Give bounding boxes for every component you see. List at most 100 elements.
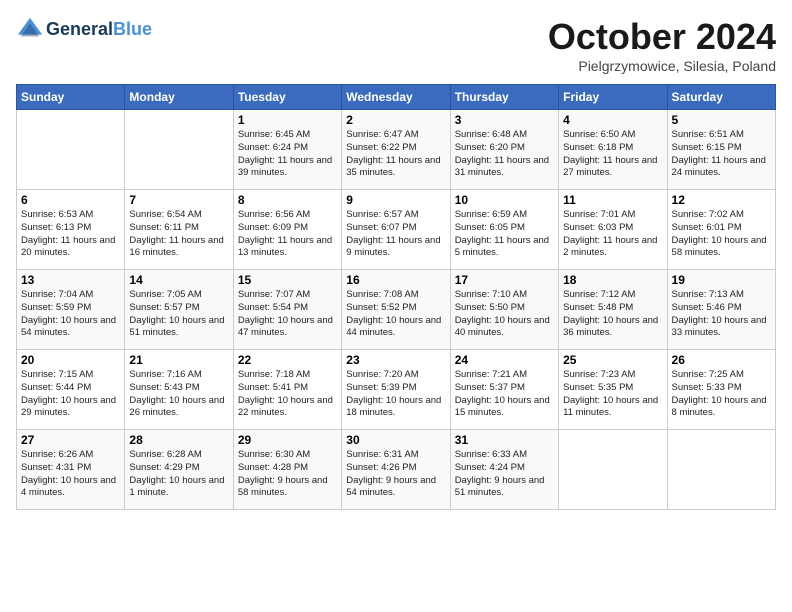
day-info-line: Daylight: 10 hours and 22 minutes. bbox=[238, 395, 333, 419]
calendar-cell: 31Sunrise: 6:33 AMSunset: 4:24 PMDayligh… bbox=[450, 430, 558, 510]
logo-icon bbox=[16, 16, 44, 44]
day-info-line: Sunset: 5:59 PM bbox=[21, 302, 91, 313]
day-info-line: Sunset: 5:37 PM bbox=[455, 382, 525, 393]
calendar-cell: 15Sunrise: 7:07 AMSunset: 5:54 PMDayligh… bbox=[233, 270, 341, 350]
calendar-cell: 28Sunrise: 6:28 AMSunset: 4:29 PMDayligh… bbox=[125, 430, 233, 510]
day-content: Sunrise: 7:01 AMSunset: 6:03 PMDaylight:… bbox=[563, 209, 662, 260]
day-info-line: Daylight: 11 hours and 5 minutes. bbox=[455, 235, 549, 259]
day-content: Sunrise: 6:57 AMSunset: 6:07 PMDaylight:… bbox=[346, 209, 445, 260]
day-info-line: Sunrise: 7:15 AM bbox=[21, 369, 93, 380]
day-info-line: Sunset: 6:11 PM bbox=[129, 222, 199, 233]
day-info-line: Daylight: 10 hours and 1 minute. bbox=[129, 475, 224, 499]
day-content: Sunrise: 7:18 AMSunset: 5:41 PMDaylight:… bbox=[238, 369, 337, 420]
day-info-line: Sunset: 5:35 PM bbox=[563, 382, 633, 393]
day-number: 29 bbox=[238, 433, 337, 447]
day-info-line: Sunrise: 7:10 AM bbox=[455, 289, 527, 300]
day-content: Sunrise: 6:30 AMSunset: 4:28 PMDaylight:… bbox=[238, 449, 337, 500]
day-info-line: Sunset: 6:18 PM bbox=[563, 142, 633, 153]
day-info-line: Sunrise: 7:21 AM bbox=[455, 369, 527, 380]
day-info-line: Sunset: 6:03 PM bbox=[563, 222, 633, 233]
day-content: Sunrise: 6:51 AMSunset: 6:15 PMDaylight:… bbox=[672, 129, 771, 180]
day-info-line: Daylight: 11 hours and 24 minutes. bbox=[672, 155, 766, 179]
weekday-header: Tuesday bbox=[233, 85, 341, 110]
day-number: 3 bbox=[455, 113, 554, 127]
day-info-line: Sunrise: 7:18 AM bbox=[238, 369, 310, 380]
day-number: 21 bbox=[129, 353, 228, 367]
day-info-line: Sunrise: 6:51 AM bbox=[672, 129, 744, 140]
day-number: 19 bbox=[672, 273, 771, 287]
day-number: 1 bbox=[238, 113, 337, 127]
day-info-line: Sunrise: 6:50 AM bbox=[563, 129, 635, 140]
calendar-cell: 25Sunrise: 7:23 AMSunset: 5:35 PMDayligh… bbox=[559, 350, 667, 430]
day-content: Sunrise: 6:45 AMSunset: 6:24 PMDaylight:… bbox=[238, 129, 337, 180]
day-info-line: Daylight: 10 hours and 18 minutes. bbox=[346, 395, 441, 419]
page-header: GeneralBlue October 2024 Pielgrzymowice,… bbox=[16, 16, 776, 74]
day-info-line: Sunrise: 7:04 AM bbox=[21, 289, 93, 300]
day-info-line: Sunset: 5:46 PM bbox=[672, 302, 742, 313]
calendar-cell bbox=[125, 110, 233, 190]
day-info-line: Sunset: 6:01 PM bbox=[672, 222, 742, 233]
day-info-line: Sunrise: 7:05 AM bbox=[129, 289, 201, 300]
day-info-line: Sunset: 5:39 PM bbox=[346, 382, 416, 393]
day-info-line: Sunrise: 7:13 AM bbox=[672, 289, 744, 300]
day-number: 26 bbox=[672, 353, 771, 367]
calendar-week-row: 1 Sunrise: 6:45 AMSunset: 6:24 PMDaylight… bbox=[17, 110, 776, 190]
day-info-line: Sunrise: 7:08 AM bbox=[346, 289, 418, 300]
day-number: 31 bbox=[455, 433, 554, 447]
day-info-line: Daylight: 10 hours and 15 minutes. bbox=[455, 395, 550, 419]
day-number: 27 bbox=[21, 433, 120, 447]
day-info-line: Sunset: 5:44 PM bbox=[21, 382, 91, 393]
day-info-line: Sunrise: 6:56 AM bbox=[238, 209, 310, 220]
day-info-line: Daylight: 9 hours and 54 minutes. bbox=[346, 475, 436, 499]
calendar-cell: 27 Sunrise: 6:26 AMSunset: 4:31 PMDayligh… bbox=[17, 430, 125, 510]
day-info-line: Sunset: 6:09 PM bbox=[238, 222, 308, 233]
day-content: Sunrise: 7:02 AMSunset: 6:01 PMDaylight:… bbox=[672, 209, 771, 260]
day-content: Sunrise: 6:56 AMSunset: 6:09 PMDaylight:… bbox=[238, 209, 337, 260]
calendar-week-row: 13Sunrise: 7:04 AMSunset: 5:59 PMDayligh… bbox=[17, 270, 776, 350]
calendar-cell: 6Sunrise: 6:53 AMSunset: 6:13 PMDaylight… bbox=[17, 190, 125, 270]
day-info-line: Daylight: 10 hours and 44 minutes. bbox=[346, 315, 441, 339]
day-info-line: Sunrise: 6:57 AM bbox=[346, 209, 418, 220]
month-title: October 2024 bbox=[548, 16, 776, 58]
day-info-line: Daylight: 11 hours and 39 minutes. bbox=[238, 155, 332, 179]
calendar-cell: 3Sunrise: 6:48 AMSunset: 6:20 PMDaylight… bbox=[450, 110, 558, 190]
day-info-line: Daylight: 9 hours and 51 minutes. bbox=[455, 475, 545, 499]
weekday-header: Saturday bbox=[667, 85, 775, 110]
weekday-header: Sunday bbox=[17, 85, 125, 110]
day-info-line: Sunrise: 6:33 AM bbox=[455, 449, 527, 460]
calendar-cell: 11Sunrise: 7:01 AMSunset: 6:03 PMDayligh… bbox=[559, 190, 667, 270]
day-content: Sunrise: 7:23 AMSunset: 5:35 PMDaylight:… bbox=[563, 369, 662, 420]
day-info-line: Daylight: 11 hours and 20 minutes. bbox=[21, 235, 115, 259]
day-info-line: Daylight: 9 hours and 58 minutes. bbox=[238, 475, 328, 499]
day-content: Sunrise: 6:26 AMSunset: 4:31 PMDaylight:… bbox=[21, 449, 120, 500]
calendar-cell bbox=[17, 110, 125, 190]
day-content: Sunrise: 7:05 AMSunset: 5:57 PMDaylight:… bbox=[129, 289, 228, 340]
calendar-cell: 24Sunrise: 7:21 AMSunset: 5:37 PMDayligh… bbox=[450, 350, 558, 430]
weekday-header-row: SundayMondayTuesdayWednesdayThursdayFrid… bbox=[17, 85, 776, 110]
day-info-line: Sunset: 6:07 PM bbox=[346, 222, 416, 233]
day-info-line: Daylight: 10 hours and 58 minutes. bbox=[672, 235, 767, 259]
day-number: 9 bbox=[346, 193, 445, 207]
calendar-cell: 8Sunrise: 6:56 AMSunset: 6:09 PMDaylight… bbox=[233, 190, 341, 270]
calendar-cell: 2Sunrise: 6:47 AMSunset: 6:22 PMDaylight… bbox=[342, 110, 450, 190]
weekday-header: Thursday bbox=[450, 85, 558, 110]
calendar-cell: 10Sunrise: 6:59 AMSunset: 6:05 PMDayligh… bbox=[450, 190, 558, 270]
calendar-cell: 7Sunrise: 6:54 AMSunset: 6:11 PMDaylight… bbox=[125, 190, 233, 270]
day-content: Sunrise: 7:08 AMSunset: 5:52 PMDaylight:… bbox=[346, 289, 445, 340]
calendar-cell: 9Sunrise: 6:57 AMSunset: 6:07 PMDaylight… bbox=[342, 190, 450, 270]
calendar-cell: 14Sunrise: 7:05 AMSunset: 5:57 PMDayligh… bbox=[125, 270, 233, 350]
day-info-line: Sunrise: 6:26 AM bbox=[21, 449, 93, 460]
day-info-line: Sunset: 5:43 PM bbox=[129, 382, 199, 393]
day-content: Sunrise: 7:13 AMSunset: 5:46 PMDaylight:… bbox=[672, 289, 771, 340]
day-info-line: Sunset: 6:05 PM bbox=[455, 222, 525, 233]
calendar-week-row: 20Sunrise: 7:15 AMSunset: 5:44 PMDayligh… bbox=[17, 350, 776, 430]
day-number: 30 bbox=[346, 433, 445, 447]
calendar-cell: 17Sunrise: 7:10 AMSunset: 5:50 PMDayligh… bbox=[450, 270, 558, 350]
day-content: Sunrise: 7:10 AMSunset: 5:50 PMDaylight:… bbox=[455, 289, 554, 340]
day-info-line: Daylight: 10 hours and 11 minutes. bbox=[563, 395, 658, 419]
day-content: Sunrise: 7:21 AM Sunset: 5:37 PM Daylight:… bbox=[455, 369, 554, 420]
day-content: Sunrise: 6:59 AMSunset: 6:05 PMDaylight:… bbox=[455, 209, 554, 260]
calendar-cell: 16Sunrise: 7:08 AMSunset: 5:52 PMDayligh… bbox=[342, 270, 450, 350]
day-number: 6 bbox=[21, 193, 120, 207]
day-info-line: Sunrise: 6:53 AM bbox=[21, 209, 93, 220]
